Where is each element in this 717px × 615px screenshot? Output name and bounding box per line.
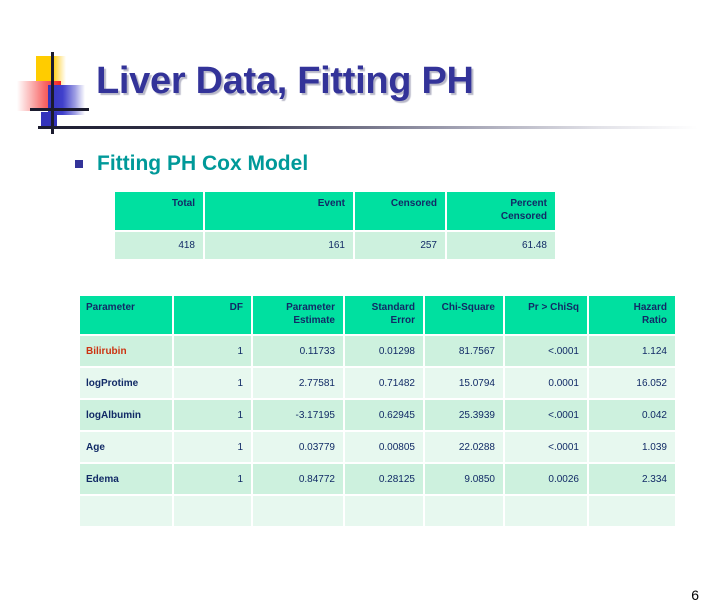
table-row: Bilirubin 1 0.11733 0.01298 81.7567 <.0001 1.1… — [80, 336, 675, 366]
param-cell-df: 1 — [174, 432, 251, 462]
param-cell-name: Age — [80, 432, 172, 462]
table-row: Edema 1 0.84772 0.28125 9.0850 0.0026 2.334 — [80, 464, 675, 494]
param-cell-blank — [345, 496, 423, 526]
param-cell-df: 1 — [174, 464, 251, 494]
param-cell-chi-square: 81.7567 — [425, 336, 503, 366]
table-row: logProtime 1 2.77581 0.71482 15.0794 0.0001 16… — [80, 368, 675, 398]
param-cell-hazard-ratio: 1.039 — [589, 432, 675, 462]
param-col-chi-square: Chi-Square — [425, 296, 503, 334]
param-col-p-value: Pr > ChiSq — [505, 296, 587, 334]
parameter-header-row: Parameter DF Parameter Estimate Standard… — [80, 296, 675, 334]
param-cell-name: Bilirubin — [80, 336, 172, 366]
param-cell-estimate: 2.77581 — [253, 368, 343, 398]
param-cell-name: logAlbumin — [80, 400, 172, 430]
param-cell-blank — [253, 496, 343, 526]
summary-col-percent-censored: Percent Censored — [447, 192, 555, 230]
param-cell-df: 1 — [174, 368, 251, 398]
title-divider — [38, 126, 698, 129]
param-cell-p-value: <.0001 — [505, 400, 587, 430]
summary-table-head: Total Event Censored Percent Censored — [115, 192, 555, 230]
summary-cell-total: 418 — [115, 232, 203, 259]
param-cell-df: 1 — [174, 336, 251, 366]
param-cell-hazard-ratio: 0.042 — [589, 400, 675, 430]
slide: Liver Data, Fitting PH Fitting PH Cox Mo… — [0, 0, 717, 615]
logo-horizontal-bar — [30, 108, 89, 111]
table-row: logAlbumin 1 -3.17195 0.62945 25.3939 <.0001 0… — [80, 400, 675, 430]
param-cell-chi-square: 9.0850 — [425, 464, 503, 494]
summary-header-row: Total Event Censored Percent Censored — [115, 192, 555, 230]
param-cell-p-value: <.0001 — [505, 432, 587, 462]
summary-table: Total Event Censored Percent Censored 41… — [113, 190, 557, 261]
param-cell-estimate: 0.03779 — [253, 432, 343, 462]
param-col-parameter: Parameter — [80, 296, 172, 334]
table-row: Age 1 0.03779 0.00805 22.0288 <.0001 1.039 — [80, 432, 675, 462]
decorative-logo — [17, 52, 89, 134]
section-heading-label: Fitting PH Cox Model — [97, 152, 309, 175]
summary-cell-percent-censored: 61.48 — [447, 232, 555, 259]
param-cell-blank — [505, 496, 587, 526]
summary-table-body: 418 161 257 61.48 — [115, 232, 555, 259]
param-cell-std-error: 0.01298 — [345, 336, 423, 366]
param-cell-estimate: 0.84772 — [253, 464, 343, 494]
param-col-estimate: Parameter Estimate — [253, 296, 343, 334]
param-cell-chi-square: 22.0288 — [425, 432, 503, 462]
param-cell-df: 1 — [174, 400, 251, 430]
param-cell-std-error: 0.71482 — [345, 368, 423, 398]
param-col-hazard-ratio: Hazard Ratio — [589, 296, 675, 334]
param-cell-p-value: 0.0026 — [505, 464, 587, 494]
param-col-std-error: Standard Error — [345, 296, 423, 334]
param-cell-blank — [589, 496, 675, 526]
param-col-df: DF — [174, 296, 251, 334]
section-heading: Fitting PH Cox Model — [75, 152, 308, 176]
summary-col-censored: Censored — [355, 192, 445, 230]
parameter-estimates-table: Parameter DF Parameter Estimate Standard… — [78, 294, 677, 528]
param-cell-blank — [80, 496, 172, 526]
param-cell-hazard-ratio: 1.124 — [589, 336, 675, 366]
table-row: 418 161 257 61.48 — [115, 232, 555, 259]
param-cell-blank — [174, 496, 251, 526]
param-cell-hazard-ratio: 2.334 — [589, 464, 675, 494]
logo-vertical-bar — [51, 52, 54, 134]
param-cell-name: Edema — [80, 464, 172, 494]
param-cell-p-value: 0.0001 — [505, 368, 587, 398]
parameter-table-head: Parameter DF Parameter Estimate Standard… — [80, 296, 675, 334]
param-cell-p-value: <.0001 — [505, 336, 587, 366]
param-cell-blank — [425, 496, 503, 526]
page-title: Liver Data, Fitting PH — [96, 60, 474, 102]
summary-col-event: Event — [205, 192, 353, 230]
param-cell-std-error: 0.00805 — [345, 432, 423, 462]
param-cell-chi-square: 25.3939 — [425, 400, 503, 430]
page-number: 6 — [691, 587, 699, 603]
param-cell-hazard-ratio: 16.052 — [589, 368, 675, 398]
param-cell-std-error: 0.62945 — [345, 400, 423, 430]
table-row-blank — [80, 496, 675, 526]
parameter-table-body: Bilirubin 1 0.11733 0.01298 81.7567 <.0001 1.1… — [80, 336, 675, 526]
param-cell-std-error: 0.28125 — [345, 464, 423, 494]
param-cell-estimate: -3.17195 — [253, 400, 343, 430]
param-cell-estimate: 0.11733 — [253, 336, 343, 366]
summary-cell-event: 161 — [205, 232, 353, 259]
square-bullet-icon — [75, 160, 83, 168]
param-cell-chi-square: 15.0794 — [425, 368, 503, 398]
summary-cell-censored: 257 — [355, 232, 445, 259]
param-cell-name: logProtime — [80, 368, 172, 398]
summary-col-total: Total — [115, 192, 203, 230]
